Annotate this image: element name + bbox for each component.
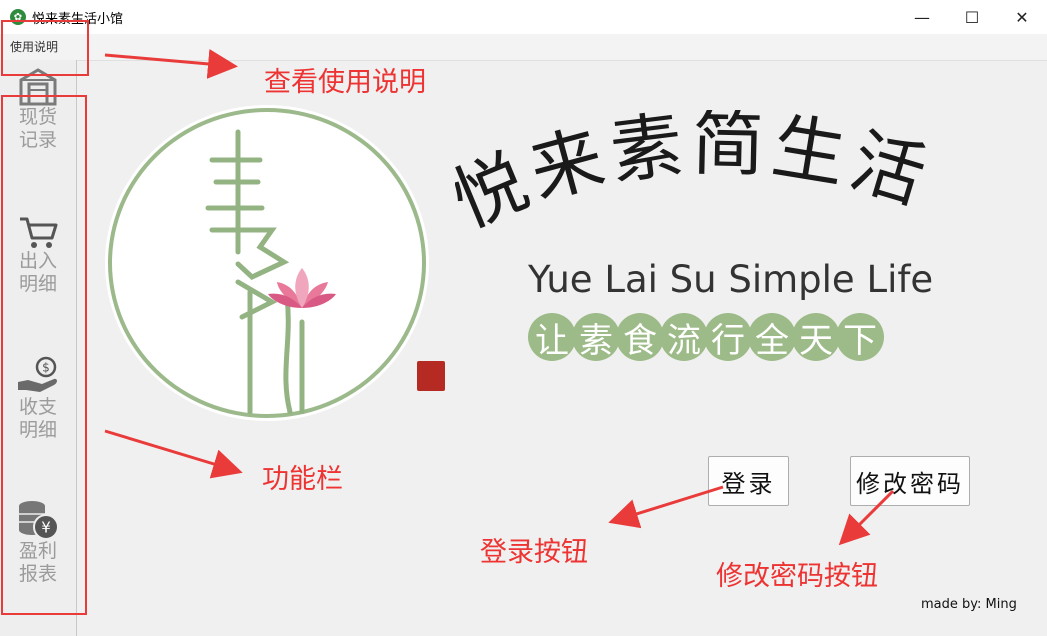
slogan-char: 下 <box>836 313 884 361</box>
annotation-box-help <box>1 20 89 76</box>
brand-logo <box>108 108 426 418</box>
annotation-help-label: 查看使用说明 <box>264 67 426 98</box>
author-credit: made by: Ming <box>921 597 1017 612</box>
change-password-button[interactable]: 修改密码 <box>850 456 970 506</box>
lotus-flower-icon <box>268 268 336 308</box>
title-bar: ✿ 悦来素生活小馆 — ☐ ✕ <box>0 0 1047 34</box>
svg-text:悦来素简生活: 悦来素简生活 <box>455 110 941 244</box>
lotus-logo-art <box>205 129 336 414</box>
close-button[interactable]: ✕ <box>997 0 1047 34</box>
menu-bar: 使用说明 <box>0 34 1047 61</box>
maximize-button[interactable]: ☐ <box>947 0 997 34</box>
slogan-char: 天 <box>792 313 840 361</box>
minimize-button[interactable]: — <box>897 0 947 34</box>
slogan-char: 让 <box>528 313 576 361</box>
window-controls: — ☐ ✕ <box>897 0 1047 34</box>
slogan-char: 全 <box>748 313 796 361</box>
annotation-change-pwd-label: 修改密码按钮 <box>716 561 878 592</box>
annotation-login-label: 登录按钮 <box>480 537 588 568</box>
annotation-box-sidebar <box>1 95 87 615</box>
login-button[interactable]: 登录 <box>708 456 789 506</box>
arrow-to-login <box>608 485 724 529</box>
arrow-to-sidebar <box>104 429 243 479</box>
slogan: 让 素 食 流 行 全 天 下 <box>528 313 884 361</box>
slogan-char: 行 <box>704 313 752 361</box>
slogan-char: 食 <box>616 313 664 361</box>
red-seal-stamp <box>417 361 445 391</box>
brand-title-text: 悦来素简生活 <box>455 110 935 244</box>
slogan-char: 流 <box>660 313 708 361</box>
annotation-sidebar-label: 功能栏 <box>262 464 343 495</box>
brand-title-cn: 悦来素简生活 <box>455 110 941 244</box>
slogan-char: 素 <box>572 313 620 361</box>
brand-title-en: Yue Lai Su Simple Life <box>528 258 934 301</box>
